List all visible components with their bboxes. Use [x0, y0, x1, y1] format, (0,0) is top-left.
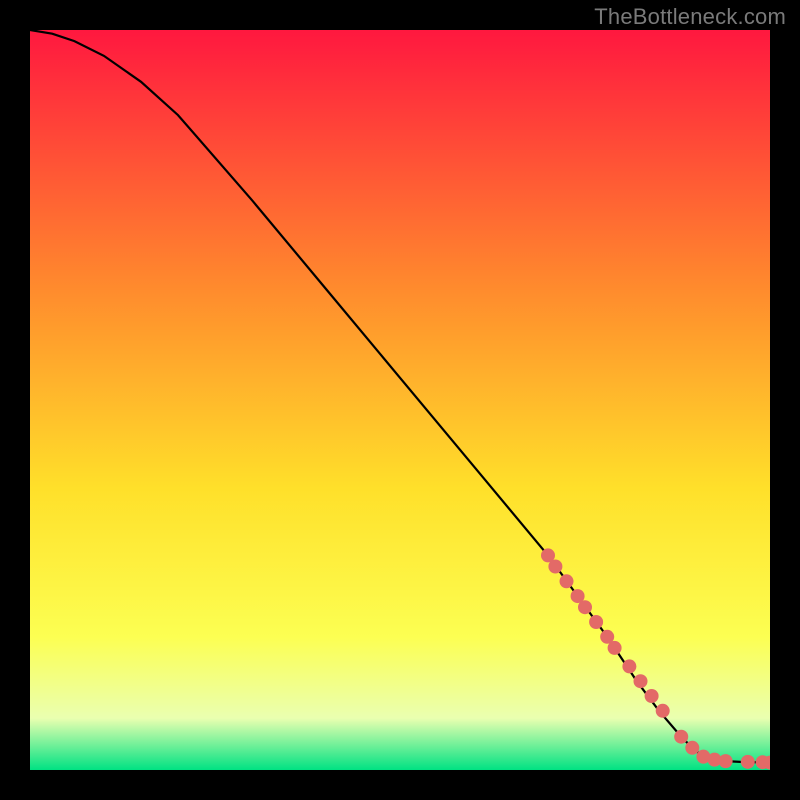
data-marker — [548, 560, 562, 574]
data-marker — [560, 574, 574, 588]
chart-svg — [30, 30, 770, 770]
watermark-label: TheBottleneck.com — [594, 4, 786, 30]
plot-area — [30, 30, 770, 770]
data-marker — [589, 615, 603, 629]
data-marker — [741, 755, 755, 769]
data-marker — [608, 641, 622, 655]
data-marker — [634, 674, 648, 688]
data-marker — [622, 659, 636, 673]
data-marker — [578, 600, 592, 614]
data-marker — [656, 704, 670, 718]
gradient-background — [30, 30, 770, 770]
data-marker — [645, 689, 659, 703]
data-marker — [674, 730, 688, 744]
chart-frame: TheBottleneck.com — [0, 0, 800, 800]
data-marker — [685, 741, 699, 755]
data-marker — [719, 754, 733, 768]
